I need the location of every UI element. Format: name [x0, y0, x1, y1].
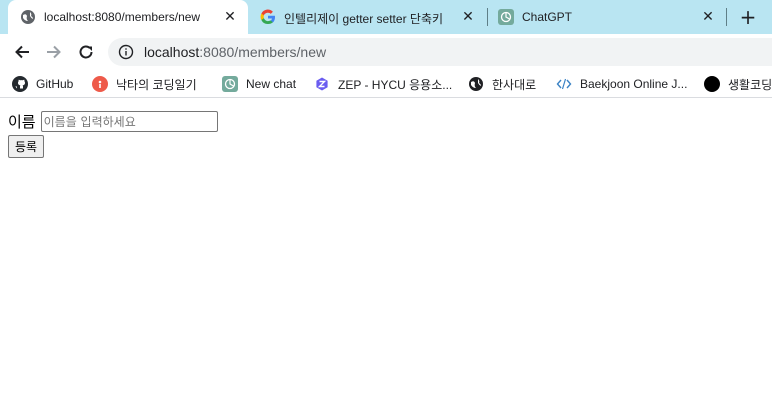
- browser-toolbar: localhost:8080/members/new: [0, 34, 772, 70]
- chatgpt-icon: [222, 76, 238, 92]
- tab-title: localhost:8080/members/new: [44, 10, 201, 24]
- bookmark-github[interactable]: GitHub: [12, 74, 73, 94]
- blog-icon: [92, 76, 108, 92]
- bookmark-label: New chat: [246, 77, 297, 91]
- close-icon[interactable]: ✕: [700, 9, 716, 25]
- bookmarks-bar: GitHub 낙타의 코딩일기 New chat ZEP - HYCU 응용소.…: [0, 70, 772, 98]
- tab-title: ChatGPT: [522, 10, 573, 24]
- code-icon: [556, 76, 572, 92]
- url-path: :8080/members/new: [199, 44, 327, 60]
- new-tab-button[interactable]: +: [736, 5, 760, 29]
- back-button[interactable]: [10, 40, 34, 64]
- bookmark-label: 한사대로: [492, 77, 537, 92]
- bookmark-hansadaero[interactable]: 한사대로: [468, 74, 536, 94]
- tab-localhost[interactable]: localhost:8080/members/new ✕: [8, 0, 248, 34]
- tab-separator: [726, 8, 727, 26]
- info-icon[interactable]: [118, 44, 134, 60]
- tab-strip: localhost:8080/members/new ✕ 인텔리제이 gette…: [0, 0, 772, 34]
- globe-icon: [20, 9, 36, 25]
- circle-icon: [704, 76, 720, 92]
- back-arrow-icon: [15, 45, 29, 59]
- tab-chatgpt[interactable]: ChatGPT ✕: [488, 0, 726, 34]
- url-host: localhost: [144, 44, 200, 60]
- name-row: 이름: [8, 111, 218, 132]
- bookmark-life-coding[interactable]: 생활코딩: [704, 74, 772, 94]
- bookmark-zep[interactable]: ZEP - HYCU 응용소...: [314, 74, 452, 94]
- forward-arrow-icon: [47, 45, 61, 59]
- bookmark-label: ZEP - HYCU 응용소...: [338, 77, 453, 92]
- tab-intellij-getter-setter[interactable]: 인텔리제이 getter setter 단축키 ✕: [250, 0, 486, 34]
- reload-icon: [79, 45, 93, 59]
- bookmark-label: 생활코딩: [728, 77, 772, 92]
- url-text: localhost:8080/members/new: [144, 44, 326, 60]
- bookmark-coding-diary[interactable]: 낙타의 코딩일기: [92, 74, 197, 94]
- zep-icon: [314, 76, 330, 92]
- forward-button[interactable]: [42, 40, 66, 64]
- submit-button[interactable]: 등록: [8, 135, 45, 158]
- bookmark-label: GitHub: [36, 77, 74, 91]
- github-icon: [12, 76, 28, 92]
- chatgpt-icon: [498, 9, 514, 25]
- bookmark-baekjoon[interactable]: Baekjoon Online J...: [556, 74, 687, 94]
- reload-button[interactable]: [74, 40, 98, 64]
- name-input[interactable]: [40, 111, 218, 132]
- address-bar[interactable]: localhost:8080/members/new: [108, 38, 772, 66]
- bookmark-new-chat[interactable]: New chat: [222, 74, 296, 94]
- page-content: 이름 등록: [0, 103, 772, 416]
- close-icon[interactable]: ✕: [222, 9, 238, 25]
- close-icon[interactable]: ✕: [460, 9, 476, 25]
- globe-icon: [468, 76, 484, 92]
- name-label: 이름: [8, 113, 36, 131]
- google-icon: [260, 9, 276, 25]
- bookmark-label: 낙타의 코딩일기: [116, 77, 197, 92]
- bookmark-label: Baekjoon Online J...: [580, 77, 688, 91]
- tab-title: 인텔리제이 getter setter 단축키: [284, 12, 444, 26]
